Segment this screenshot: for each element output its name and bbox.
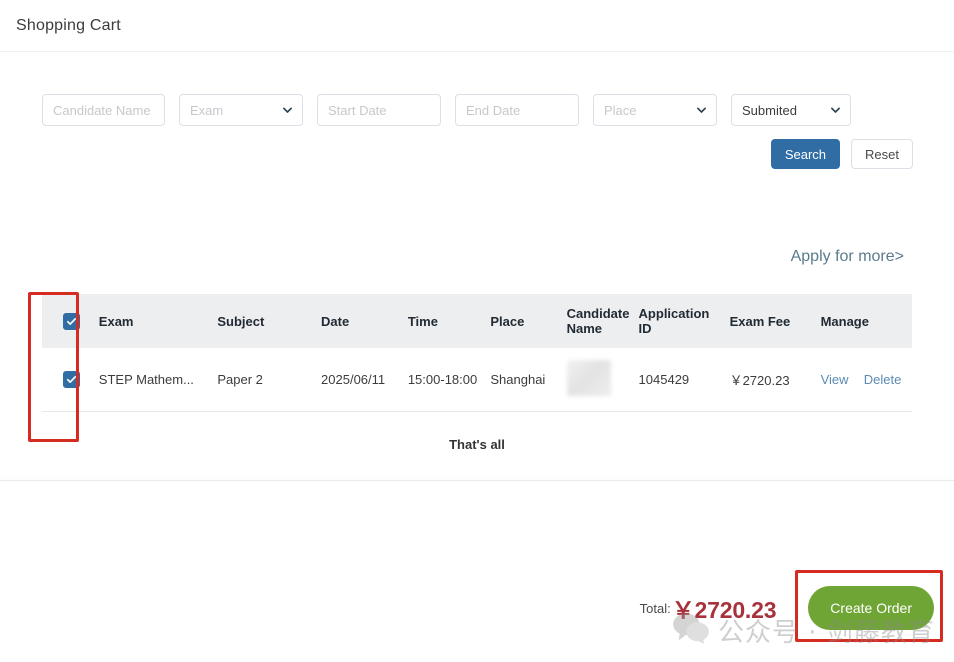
place-select-placeholder: Place bbox=[604, 103, 637, 118]
apply-for-more-row: Apply for more> bbox=[0, 248, 954, 266]
row-checkbox[interactable] bbox=[63, 371, 80, 388]
cell-exam-fee: ￥2720.23 bbox=[724, 348, 815, 412]
row-select-cell bbox=[42, 348, 93, 412]
column-header-application-id: Application ID bbox=[633, 294, 724, 348]
status-select-value: Submited bbox=[742, 103, 797, 118]
filter-row: Candidate Name Exam Start Date End Date … bbox=[0, 94, 954, 126]
cart-table-wrapper: Exam Subject Date Time Place Candidate N… bbox=[42, 294, 912, 412]
start-date-input[interactable]: Start Date bbox=[317, 94, 441, 126]
cell-subject: Paper 2 bbox=[211, 348, 315, 412]
candidate-name-input[interactable]: Candidate Name bbox=[42, 94, 165, 126]
place-select[interactable]: Place bbox=[593, 94, 717, 126]
cart-table: Exam Subject Date Time Place Candidate N… bbox=[42, 294, 912, 412]
page-title: Shopping Cart bbox=[16, 17, 121, 35]
column-header-manage: Manage bbox=[815, 294, 912, 348]
cart-table-head: Exam Subject Date Time Place Candidate N… bbox=[42, 294, 912, 348]
reset-button[interactable]: Reset bbox=[851, 139, 913, 169]
table-header-row: Exam Subject Date Time Place Candidate N… bbox=[42, 294, 912, 348]
column-header-candidate-name: Candidate Name bbox=[561, 294, 633, 348]
apply-for-more-link[interactable]: Apply for more> bbox=[791, 248, 904, 266]
table-row: STEP Mathem... Paper 2 2025/06/11 15:00-… bbox=[42, 348, 912, 412]
footer-bar: Total: ￥2720.23 Create Order bbox=[0, 554, 954, 662]
select-all-checkbox[interactable] bbox=[63, 313, 80, 330]
cell-place: Shanghai bbox=[484, 348, 560, 412]
column-header-date: Date bbox=[315, 294, 402, 348]
cell-application-id: 1045429 bbox=[633, 348, 724, 412]
cell-exam: STEP Mathem... bbox=[93, 348, 212, 412]
search-button[interactable]: Search bbox=[771, 139, 840, 169]
end-date-placeholder: End Date bbox=[466, 103, 520, 118]
end-of-list-text: That's all bbox=[0, 437, 954, 452]
column-header-time: Time bbox=[402, 294, 485, 348]
delete-link[interactable]: Delete bbox=[864, 372, 902, 387]
cell-date: 2025/06/11 bbox=[315, 348, 402, 412]
total-value: ￥2720.23 bbox=[672, 591, 777, 625]
cell-manage: View Delete bbox=[815, 348, 912, 412]
status-select[interactable]: Submited bbox=[731, 94, 851, 126]
total-label: Total: bbox=[640, 601, 671, 616]
cell-candidate-name bbox=[561, 348, 633, 412]
column-header-exam-fee: Exam Fee bbox=[724, 294, 815, 348]
page-header: Shopping Cart bbox=[0, 0, 954, 52]
candidate-name-placeholder: Candidate Name bbox=[53, 103, 151, 118]
column-header-place: Place bbox=[484, 294, 560, 348]
chevron-down-icon bbox=[282, 105, 293, 116]
filter-button-row: Search Reset bbox=[0, 139, 954, 169]
chevron-down-icon bbox=[696, 105, 707, 116]
filter-bar: Candidate Name Exam Start Date End Date … bbox=[0, 52, 954, 200]
start-date-placeholder: Start Date bbox=[328, 103, 387, 118]
end-date-input[interactable]: End Date bbox=[455, 94, 579, 126]
exam-select[interactable]: Exam bbox=[179, 94, 303, 126]
view-link[interactable]: View bbox=[821, 372, 849, 387]
create-order-button[interactable]: Create Order bbox=[808, 586, 934, 630]
column-header-exam: Exam bbox=[93, 294, 212, 348]
footer-divider bbox=[0, 480, 954, 481]
create-order-wrapper: Create Order bbox=[808, 586, 934, 630]
redacted-candidate-name bbox=[567, 360, 611, 396]
column-header-subject: Subject bbox=[211, 294, 315, 348]
chevron-down-icon bbox=[830, 105, 841, 116]
exam-select-placeholder: Exam bbox=[190, 103, 223, 118]
cart-table-body: STEP Mathem... Paper 2 2025/06/11 15:00-… bbox=[42, 348, 912, 412]
select-all-header bbox=[42, 294, 93, 348]
cell-time: 15:00-18:00 bbox=[402, 348, 485, 412]
